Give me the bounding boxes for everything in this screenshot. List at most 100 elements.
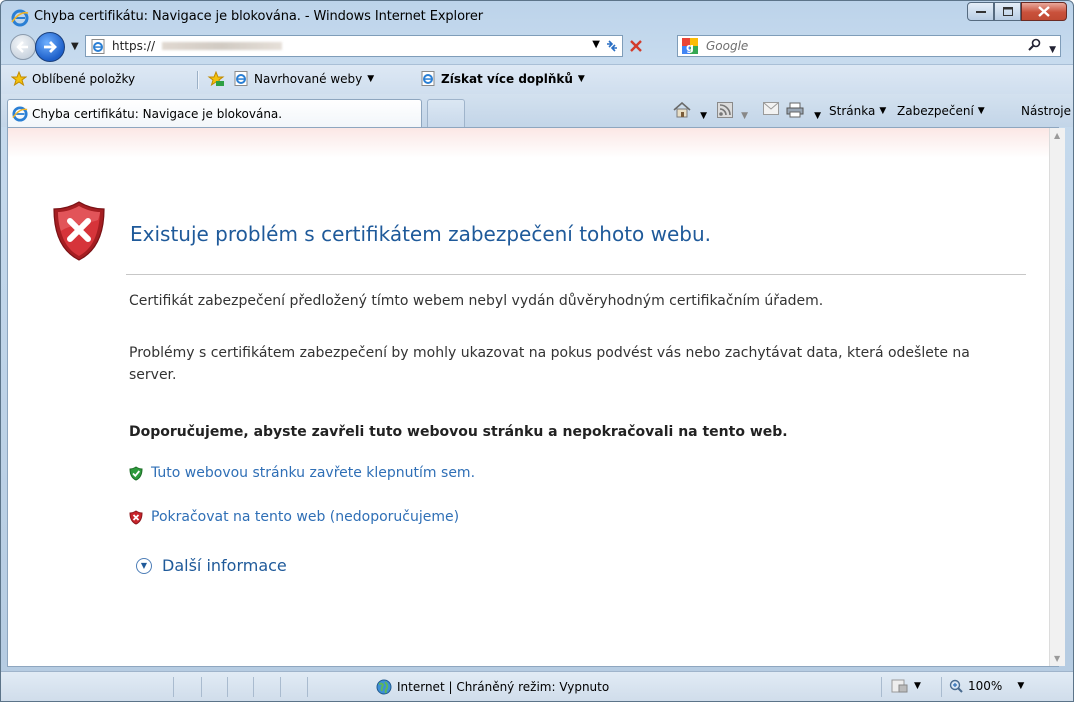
back-button[interactable] [10,34,36,60]
google-logo-icon: g [682,38,698,54]
close-page-link-label: Tuto webovou stránku zavřete klepnutím s… [151,465,476,481]
print-button[interactable]: ▼ [786,102,821,122]
status-divider [941,677,942,697]
navigation-bar: ▼ https:// ▼ g Google ▼ [1,31,1073,65]
printer-icon [786,102,804,118]
more-information-label: Další informace [162,556,287,575]
security-zone-label: Internet | Chráněný režim: Vypnuto [397,680,610,694]
window-controls [967,2,1067,22]
home-button[interactable]: ▼ [672,101,707,122]
chevron-down-icon: ▼ [814,111,822,121]
status-divider [253,677,254,697]
more-information-toggle[interactable]: ▼ Další informace [136,556,287,575]
favorites-button[interactable]: Oblíbené položky [11,71,135,86]
chevron-down-icon: ▼ [577,73,585,84]
history-dropdown-button[interactable]: ▼ [71,41,79,52]
tab-bar: Chyba certifikátu: Navigace je blokována… [1,94,1073,127]
refresh-icon [607,40,617,52]
new-tab-button[interactable] [427,99,465,127]
security-zone[interactable]: Internet | Chráněný režim: Vypnuto [376,679,609,695]
continue-link[interactable]: Pokračovat na tento web (nedoporučujeme) [129,509,459,525]
zoom-level: 100% [968,679,1003,693]
favorites-separator [197,71,199,89]
rss-feed-icon [717,102,733,118]
minimize-icon [975,10,986,13]
compat-view-button[interactable]: ▼ [891,679,921,693]
stop-icon [630,40,642,52]
search-icon[interactable]: ▼ [1027,38,1056,56]
page-menu-button[interactable]: Stránka ▼ [829,104,886,118]
minimize-button[interactable] [967,2,994,21]
forward-arrow-icon [44,41,57,53]
expand-chevron-icon: ▼ [136,557,152,574]
add-to-favorites-button[interactable] [207,71,225,87]
page-content: Existuje problém s certifikátem zabezpeč… [7,127,1059,667]
scroll-up-icon[interactable]: ▲ [1054,131,1060,140]
ie-logo-icon [12,106,28,122]
refresh-button[interactable] [601,35,623,57]
forward-button[interactable] [35,32,65,62]
status-divider [227,677,228,697]
status-divider [201,677,202,697]
title-divider [126,274,1026,275]
tools-menu-button[interactable]: Nástroje [1021,104,1071,118]
page-title: Existuje problém s certifikátem zabezpeč… [130,222,712,246]
svg-text:g: g [686,41,694,54]
status-bar: Internet | Chráněný režim: Vypnuto ▼ 100… [1,671,1073,701]
status-divider [881,677,882,697]
favorites-star-icon [11,71,27,86]
scroll-down-icon[interactable]: ▼ [1054,654,1060,663]
safety-menu-button[interactable]: Zabezpečení ▼ [897,104,985,118]
page-menu-label: Stránka [829,104,876,118]
close-window-button[interactable] [1021,2,1067,21]
red-shield-icon [129,509,143,525]
close-page-link[interactable]: Tuto webovou stránku zavřete klepnutím s… [129,465,475,481]
home-icon [673,101,691,118]
chevron-down-icon: ▼ [977,106,985,116]
window-title: Chyba certifikátu: Navigace je blokována… [34,9,484,24]
shield-error-icon [53,201,105,261]
chevron-down-icon: ▼ [367,73,375,84]
zoom-icon [949,679,963,693]
maximize-icon [1002,7,1013,16]
status-divider [173,677,174,697]
suggested-sites-label: Navrhované weby [254,71,363,86]
zoom-control[interactable]: 100% ▼ [949,679,1024,693]
status-divider [280,677,281,697]
address-bar[interactable]: https:// ▼ [85,35,623,57]
blurred-url [162,42,282,50]
globe-icon [376,679,392,695]
certificate-issue-text: Certifikát zabezpečení předložený tímto … [129,293,824,309]
vertical-scrollbar[interactable]: ▲ ▼ [1049,128,1065,666]
recommendation-text: Doporučujeme, abyste zavřeli tuto webovo… [129,424,788,440]
continue-link-label: Pokračovat na tento web (nedoporučujeme) [151,509,460,525]
get-addons-button[interactable]: Získat více doplňků ▼ [421,71,585,86]
certificate-warning-text: Problémy s certifikátem zabezpečení by m… [129,345,970,383]
tab-active[interactable]: Chyba certifikátu: Navigace je blokována… [7,99,422,127]
search-box[interactable]: g Google ▼ [677,35,1061,57]
read-mail-button[interactable] [763,102,779,119]
close-icon [1038,6,1050,17]
favorites-bar: Oblíbené položky Navrhované weby ▼ Získa… [1,64,1073,95]
chevron-down-icon: ▼ [1017,681,1025,691]
address-dropdown-icon[interactable]: ▼ [592,39,600,50]
stop-button[interactable] [625,35,647,57]
mail-icon [763,102,779,115]
add-favorite-icon [207,71,225,87]
address-url: https:// [112,39,156,53]
chevron-down-icon: ▼ [914,681,921,691]
tab-label: Chyba certifikátu: Navigace je blokována… [32,107,283,121]
back-arrow-icon [16,41,28,53]
feeds-button[interactable]: ▼ [717,102,748,122]
ie-page-icon [234,71,248,86]
chevron-down-icon: ▼ [741,111,749,121]
search-placeholder: Google [706,39,749,53]
ie-page-icon [91,39,105,54]
chevron-down-icon: ▼ [879,106,887,116]
tools-menu-label: Nástroje [1021,104,1072,118]
get-addons-label: Získat více doplňků [441,71,573,86]
maximize-button[interactable] [994,2,1021,21]
suggested-sites-button[interactable]: Navrhované weby ▼ [234,71,374,86]
safety-menu-label: Zabezpečení [897,104,974,118]
green-shield-icon [129,465,143,481]
